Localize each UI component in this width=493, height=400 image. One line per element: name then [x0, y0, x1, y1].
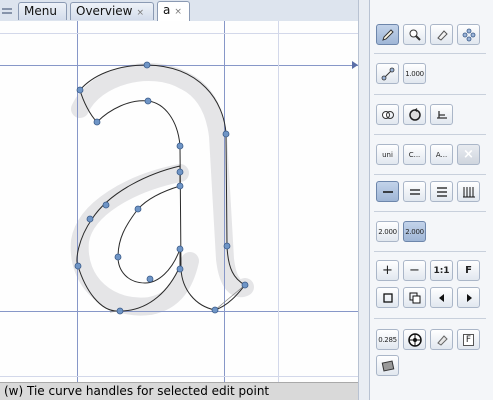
background-opacity-button[interactable]: 0.285: [376, 329, 399, 350]
preview-button[interactable]: [376, 355, 399, 376]
center-glyph-button[interactable]: [403, 329, 426, 350]
glyph-canvas[interactable]: [0, 21, 358, 382]
panel-splitter[interactable]: [358, 0, 370, 400]
next-glyph-button[interactable]: [457, 287, 480, 308]
zoom-fit-label: F: [465, 265, 472, 276]
tab-bar: Menu Overview × a ×: [0, 0, 358, 22]
scale-y-button[interactable]: 2.000: [403, 221, 426, 242]
insert-glyph-label: A...: [435, 150, 448, 159]
glyph-editor-svg[interactable]: [0, 21, 358, 382]
zoom-actual-label: 1:1: [433, 265, 450, 276]
previous-glyph-button[interactable]: [430, 287, 453, 308]
delete-button[interactable]: ×: [457, 144, 480, 165]
pen-icon: [381, 28, 394, 41]
fullscreen-button[interactable]: F: [457, 329, 480, 350]
eraser-icon: [436, 29, 448, 41]
crosshair-icon: [407, 332, 422, 347]
align-right-button[interactable]: [430, 181, 453, 202]
scale-x-value: 2.000: [378, 227, 397, 236]
close-icon[interactable]: ×: [137, 8, 145, 18]
separator: [374, 94, 486, 95]
tab-overflow-icon[interactable]: [0, 5, 14, 19]
tab-menu-label: Menu: [24, 4, 57, 18]
columns-icon: [462, 186, 475, 197]
status-text: (w) Tie curve handles for selected edit …: [4, 384, 270, 398]
preview-icon: [381, 359, 394, 372]
clear-background-button[interactable]: [430, 329, 453, 350]
tab-glyph-a[interactable]: a ×: [157, 1, 190, 21]
zoom-actual-button[interactable]: 1:1: [430, 260, 453, 281]
copy-glyph-button[interactable]: C...: [403, 144, 426, 165]
zoom-in-label: +: [382, 263, 393, 278]
tab-overview[interactable]: Overview ×: [70, 2, 154, 20]
align-center-icon: [409, 188, 420, 195]
square-icon: [382, 292, 393, 303]
toolbox-panel: 1.000 uni C... A... × 2.000 2.000 + − 1:…: [370, 0, 493, 400]
zoom-in-button[interactable]: +: [376, 260, 399, 281]
fullscreen-label: F: [462, 333, 475, 346]
separator: [374, 174, 486, 175]
stroke-width-button[interactable]: 1.000: [403, 63, 426, 84]
reverse-direction-button[interactable]: [403, 104, 426, 125]
align-center-button[interactable]: [403, 181, 426, 202]
stroke-width-value: 1.000: [405, 69, 424, 78]
reverse-direction-icon: [408, 107, 421, 121]
align-left-button[interactable]: [376, 181, 399, 202]
square-button[interactable]: [376, 287, 399, 308]
status-bar: (w) Tie curve handles for selected edit …: [0, 382, 358, 400]
zoom-out-button[interactable]: −: [403, 260, 426, 281]
copy-layer-button[interactable]: [403, 287, 426, 308]
triangle-left-icon: [438, 293, 444, 302]
background-opacity-value: 0.285: [378, 335, 397, 344]
move-tool-button[interactable]: [457, 24, 480, 45]
zoom-out-label: −: [409, 263, 420, 278]
baseline-button[interactable]: [430, 104, 453, 125]
baseline-icon: [436, 110, 447, 119]
tab-glyph-a-label: a: [163, 3, 171, 17]
unicode-button[interactable]: uni: [376, 144, 399, 165]
separator: [374, 318, 486, 319]
separator: [374, 251, 486, 252]
merge-paths-button[interactable]: [376, 104, 399, 125]
separator: [374, 53, 486, 54]
move-points-icon: [462, 28, 475, 41]
close-icon[interactable]: ×: [174, 7, 182, 17]
copy-glyph-label: C...: [408, 150, 421, 159]
magnifier-icon: [409, 29, 421, 41]
separator: [374, 211, 486, 212]
delete-icon: ×: [463, 147, 474, 162]
eraser-icon: [436, 334, 448, 346]
eraser-tool-button[interactable]: [430, 24, 453, 45]
pen-tool-button[interactable]: [376, 24, 399, 45]
zoom-fit-button[interactable]: F: [457, 260, 480, 281]
zoom-tool-button[interactable]: [403, 24, 426, 45]
triangle-right-icon: [466, 293, 472, 302]
scale-x-button[interactable]: 2.000: [376, 221, 399, 242]
separator: [374, 134, 486, 135]
insert-glyph-button[interactable]: A...: [430, 144, 453, 165]
merge-icon: [381, 110, 394, 119]
tab-overview-label: Overview: [76, 4, 133, 18]
bezier-points-icon: [381, 67, 394, 80]
align-right-icon: [436, 186, 447, 197]
point-tool-button[interactable]: [376, 63, 399, 84]
copy-layer-icon: [409, 292, 420, 303]
align-left-icon: [382, 190, 393, 193]
columns-button[interactable]: [457, 181, 480, 202]
unicode-label: uni: [382, 150, 393, 159]
tab-menu[interactable]: Menu: [18, 2, 67, 20]
scale-y-value: 2.000: [405, 227, 424, 236]
